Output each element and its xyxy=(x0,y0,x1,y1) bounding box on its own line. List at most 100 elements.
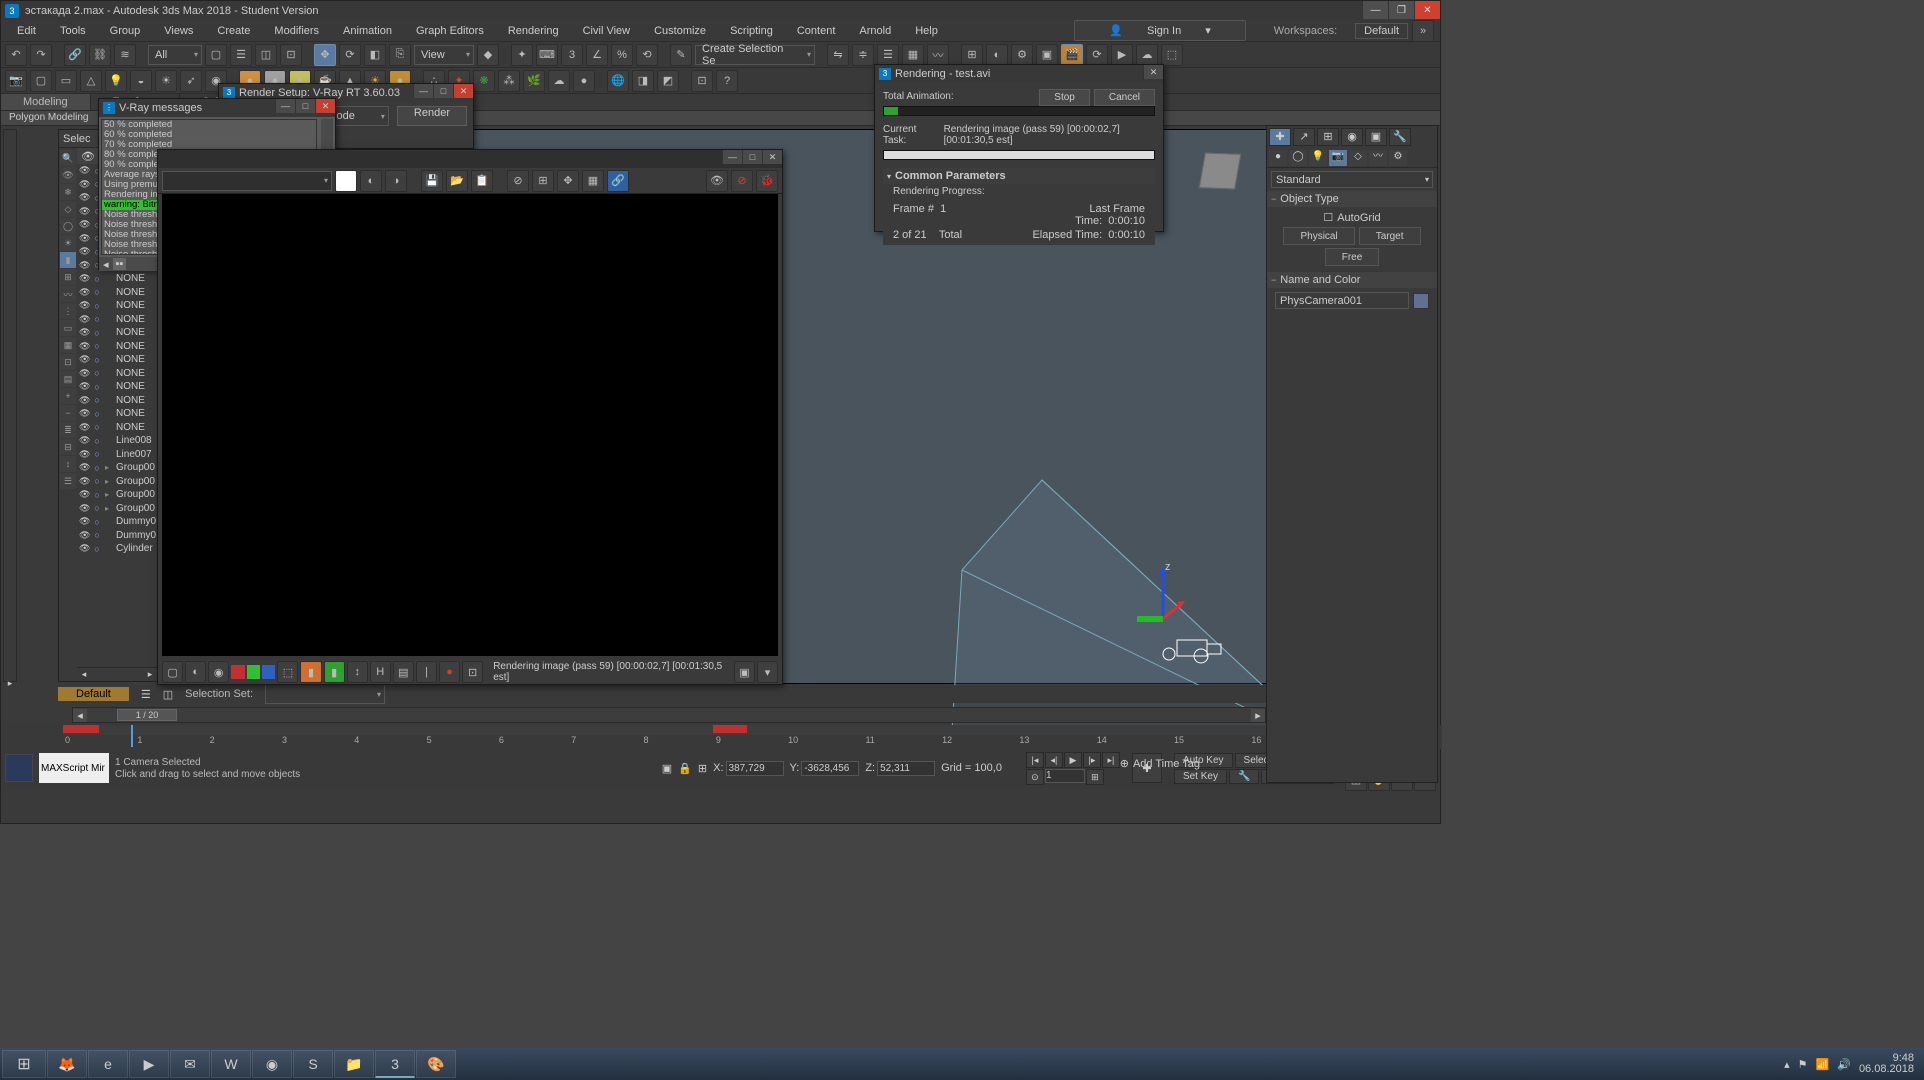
scale-icon[interactable]: ◧ xyxy=(364,44,386,66)
tab-modeling[interactable]: Modeling xyxy=(1,94,91,110)
se-shape-icon[interactable]: ◯ xyxy=(60,218,76,234)
helper1-icon[interactable]: ◨ xyxy=(632,70,654,92)
select-rect-icon[interactable]: ◫ xyxy=(255,44,277,66)
category-dropdown[interactable]: Standard xyxy=(1271,171,1433,188)
placement-icon[interactable]: ⎘ xyxy=(389,44,411,66)
obj-cone-icon[interactable]: △ xyxy=(80,70,102,92)
vfb-save-icon[interactable]: 💾 xyxy=(421,170,443,192)
menu-content[interactable]: Content xyxy=(787,23,846,39)
next-frame-icon[interactable]: |▸ xyxy=(1083,752,1101,768)
sign-in-button[interactable]: 👤Sign In▾ xyxy=(1074,20,1245,41)
time-next-icon[interactable]: ▸ xyxy=(1251,709,1265,722)
render-online-icon[interactable]: ☁ xyxy=(1136,44,1158,66)
pivot-icon[interactable]: ◆ xyxy=(477,44,499,66)
key-tool-icon[interactable]: 🔧 xyxy=(1229,769,1259,784)
se-bone-icon[interactable]: ⋮ xyxy=(60,303,76,319)
vfb-b10-icon[interactable]: | xyxy=(416,661,437,683)
se-geom-icon[interactable]: ◇ xyxy=(60,201,76,217)
paint-icon[interactable]: 🎨 xyxy=(416,1050,456,1078)
rs-close-icon[interactable]: ✕ xyxy=(453,84,473,98)
list-item[interactable]: 👁○NONE xyxy=(77,407,157,421)
obj-box-icon[interactable]: ▢ xyxy=(30,70,52,92)
menu-tools[interactable]: Tools xyxy=(50,23,96,39)
vfb-b2-icon[interactable]: ◐ xyxy=(185,661,206,683)
minimize-button[interactable]: — xyxy=(1362,1,1388,19)
tray-net-icon[interactable]: 📶 xyxy=(1816,1058,1830,1071)
add-time-tag[interactable]: Add Time Tag xyxy=(1133,758,1200,770)
rendered-frame-icon[interactable]: ▣ xyxy=(1036,44,1058,66)
skype-icon[interactable]: S xyxy=(293,1050,333,1078)
key-range-start[interactable] xyxy=(63,725,99,733)
particle4-icon[interactable]: ⁂ xyxy=(498,70,520,92)
play-icon[interactable]: ▶ xyxy=(1064,752,1082,768)
vfb-alpha-icon[interactable]: ◐ xyxy=(360,170,382,192)
menu-arnold[interactable]: Arnold xyxy=(849,23,901,39)
menu-animation[interactable]: Animation xyxy=(333,23,402,39)
globe-icon[interactable]: 🌐 xyxy=(607,70,629,92)
list-item[interactable]: 👁○NONE xyxy=(77,326,157,340)
create-tab-icon[interactable]: ✚ xyxy=(1269,128,1291,146)
list-item[interactable]: 👁○Line007 xyxy=(77,448,157,462)
se-t3-icon[interactable]: ⊡ xyxy=(60,354,76,370)
vfb-b11-icon[interactable]: ● xyxy=(439,661,460,683)
vis-header-icon[interactable]: 👁 xyxy=(81,150,93,162)
list-item[interactable]: 👁○NONE xyxy=(77,394,157,408)
vfb-debug-icon[interactable]: 🐞 xyxy=(756,170,778,192)
link-icon[interactable]: 🔗 xyxy=(64,44,86,66)
common-parameters-header[interactable]: Common Parameters xyxy=(883,168,1155,184)
rock-icon[interactable]: ● xyxy=(573,70,595,92)
free-button[interactable]: Free xyxy=(1325,248,1380,266)
se-t5-icon[interactable]: ≣ xyxy=(60,422,76,438)
percent-snap-icon[interactable]: % xyxy=(611,44,633,66)
menu-graph-editors[interactable]: Graph Editors xyxy=(406,23,494,39)
select-name-icon[interactable]: ☰ xyxy=(230,44,252,66)
iso-icon[interactable]: ◫ xyxy=(163,688,173,701)
se-eye-icon[interactable]: 👁 xyxy=(60,167,76,183)
vfb-clipboard-icon[interactable]: 📋 xyxy=(471,170,493,192)
x-field[interactable] xyxy=(726,761,784,776)
move-icon[interactable]: ✥ xyxy=(314,44,336,66)
menu-customize[interactable]: Customize xyxy=(644,23,716,39)
unlink-icon[interactable]: ⛓ xyxy=(89,44,111,66)
vfb-clear-icon[interactable]: ⊘ xyxy=(507,170,529,192)
curve-editor-icon[interactable]: 〰 xyxy=(927,44,949,66)
vfb-b5-icon[interactable]: ▮ xyxy=(300,661,321,683)
vfb-blue-icon[interactable] xyxy=(262,665,275,679)
align-icon[interactable]: ≑ xyxy=(852,44,874,66)
ie-icon[interactable]: e xyxy=(88,1050,128,1078)
explorer-icon[interactable]: 📁 xyxy=(334,1050,374,1078)
named-selection-dropdown[interactable]: Create Selection Se xyxy=(695,45,815,65)
vfb-b4-icon[interactable]: ⬚ xyxy=(277,661,298,683)
layers-icon[interactable]: ☰ xyxy=(141,688,151,701)
display-tab-icon[interactable]: ▣ xyxy=(1365,128,1387,146)
se-freeze-icon[interactable]: ❄ xyxy=(60,184,76,200)
set-key-button[interactable]: Set Key xyxy=(1174,769,1227,784)
se-t6-icon[interactable]: ⊟ xyxy=(60,439,76,455)
hierarchy-tab-icon[interactable]: ⊞ xyxy=(1317,128,1339,146)
list-item[interactable]: 👁○▸Group00 xyxy=(77,461,157,475)
omni-icon[interactable]: ☀ xyxy=(155,70,177,92)
rotate-icon[interactable]: ⟳ xyxy=(339,44,361,66)
maximize-button[interactable]: ❐ xyxy=(1388,1,1414,19)
goto-end-icon[interactable]: ▸| xyxy=(1102,752,1120,768)
menu-help[interactable]: Help xyxy=(905,23,948,39)
tray-up-icon[interactable]: ▴ xyxy=(1784,1058,1790,1071)
word-icon[interactable]: W xyxy=(211,1050,251,1078)
menu-group[interactable]: Group xyxy=(100,23,151,39)
scene-explorer-h-scrollbar[interactable]: ◂▸ xyxy=(77,667,157,681)
se-helper-icon[interactable]: ⊞ xyxy=(60,269,76,285)
vfb-b14-icon[interactable]: ▾ xyxy=(757,661,778,683)
snap-icon[interactable]: 3 xyxy=(561,44,583,66)
viewcube[interactable] xyxy=(1190,141,1250,201)
vfb-mono-icon[interactable]: ◑ xyxy=(385,170,407,192)
open-autodesk-icon[interactable]: ⬚ xyxy=(1161,44,1183,66)
list-item[interactable]: 👁○Line008 xyxy=(77,434,157,448)
se-light-icon[interactable]: ☀ xyxy=(60,235,76,251)
vfb-rgb-icon[interactable] xyxy=(335,170,357,192)
time-config-icon[interactable]: ⊞ xyxy=(1086,769,1104,785)
vfb-b6-icon[interactable]: ▮ xyxy=(324,661,345,683)
time-thumb[interactable]: 1 / 20 xyxy=(117,709,177,721)
helper3-icon[interactable]: ⊡ xyxy=(691,70,713,92)
list-item[interactable]: 👁○NONE xyxy=(77,353,157,367)
vm-close-icon[interactable]: ✕ xyxy=(315,99,335,113)
